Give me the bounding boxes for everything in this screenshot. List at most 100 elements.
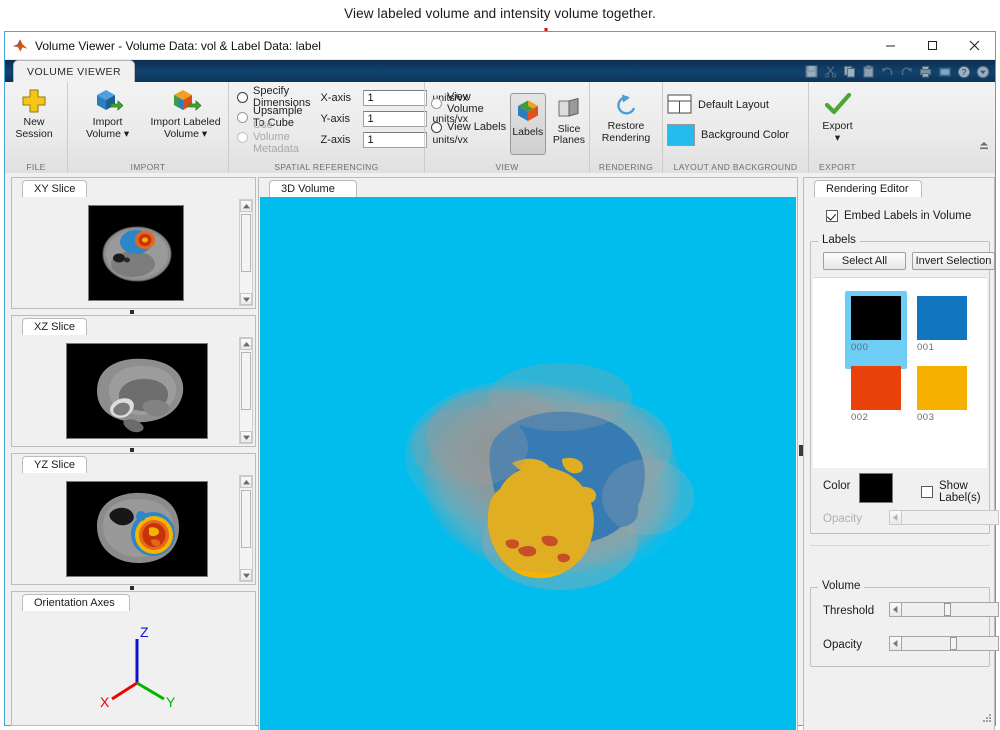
xz-slice-tabstrip: XZ Slice: [12, 316, 255, 336]
volume-opacity-slider-left-arrow[interactable]: [890, 637, 902, 650]
tab-xz-slice[interactable]: XZ Slice: [22, 318, 87, 336]
svg-text:Z: Z: [140, 624, 149, 640]
tab-orientation-axes[interactable]: Orientation Axes: [22, 594, 130, 612]
resize-grip[interactable]: [981, 712, 992, 723]
default-layout-button[interactable]: Default Layout: [663, 90, 808, 120]
show-labels-checkbox[interactable]: Show Label(s): [921, 480, 989, 504]
volume-3d-render[interactable]: [260, 197, 796, 730]
view-volume-radio[interactable]: View Volume: [431, 91, 507, 115]
label-opacity-slider: [889, 510, 999, 525]
z-axis-input[interactable]: [363, 131, 428, 148]
ribbon-group-label-import: IMPORT: [130, 162, 166, 172]
label-opacity-slider-left-arrow: [890, 511, 902, 524]
orientation-axes-widget[interactable]: Z X Y: [12, 611, 257, 725]
xy-slice-tabstrip: XY Slice: [12, 178, 255, 198]
layout-icon[interactable]: [936, 63, 953, 80]
minimize-button[interactable]: [869, 32, 911, 59]
y-axis-label: Y-axis: [320, 112, 351, 125]
annotation-caption: View labeled volume and intensity volume…: [344, 6, 656, 21]
scroll-up-arrow-xz[interactable]: [240, 338, 252, 350]
xz-slice-scrollbar[interactable]: [239, 337, 253, 444]
scroll-up-arrow-xy[interactable]: [240, 200, 252, 212]
panel-xz-slice: XZ Slice: [11, 315, 256, 447]
scroll-thumb-xz[interactable]: [241, 352, 251, 410]
labels-toggle-button[interactable]: Labels: [509, 93, 546, 155]
ribbon-group-label-view: VIEW: [495, 162, 519, 172]
threshold-slider[interactable]: [889, 602, 999, 617]
label-opacity-slider-track: [903, 511, 998, 524]
tab-xy-slice[interactable]: XY Slice: [22, 180, 88, 198]
export-button[interactable]: Export ▾: [809, 86, 866, 144]
labeled-cube-icon: [515, 98, 541, 127]
paste-icon[interactable]: [860, 63, 877, 80]
xy-slice-scrollbar[interactable]: [239, 199, 253, 306]
copy-icon[interactable]: [841, 63, 858, 80]
tab-volume-viewer[interactable]: VOLUME VIEWER: [13, 60, 135, 82]
splitter-xz-yz[interactable]: [130, 448, 134, 452]
help-icon[interactable]: ?: [955, 63, 972, 80]
current-color-swatch[interactable]: [859, 473, 893, 503]
rendering-editor-tabstrip: Rendering Editor: [804, 178, 994, 198]
volume-group-title: Volume: [818, 580, 865, 592]
yz-slice-scrollbar[interactable]: [239, 475, 253, 582]
tab-rendering-editor[interactable]: Rendering Editor: [814, 180, 922, 198]
ribbon-group-view: View Volume View Labels Labels Slice Pla…: [424, 82, 589, 173]
save-icon[interactable]: [803, 63, 820, 80]
specify-dimensions-radio[interactable]: Specify Dimensions: [237, 85, 310, 109]
collapse-ribbon-icon[interactable]: [977, 139, 990, 151]
new-session-button[interactable]: New Session: [5, 82, 63, 140]
volume-opacity-slider-thumb[interactable]: [950, 637, 957, 650]
scroll-up-arrow-yz[interactable]: [240, 476, 252, 488]
splitter-yz-orientation[interactable]: [130, 586, 134, 590]
background-color-button[interactable]: Background Color: [663, 120, 808, 150]
title-bar: Volume Viewer - Volume Data: vol & Label…: [5, 32, 995, 60]
scroll-thumb-xy[interactable]: [241, 214, 251, 272]
cut-icon[interactable]: [822, 63, 839, 80]
xy-slice-image[interactable]: [88, 205, 184, 301]
print-icon[interactable]: [917, 63, 934, 80]
scroll-thumb-yz[interactable]: [241, 490, 251, 548]
splitter-xy-xz[interactable]: [130, 310, 134, 314]
volume-opacity-slider[interactable]: [889, 636, 999, 651]
x-axis-input[interactable]: [363, 89, 428, 106]
ribbon-group-label-layout-background: LAYOUT AND BACKGROUND: [673, 162, 798, 172]
invert-selection-button[interactable]: Invert Selection: [912, 252, 995, 270]
tab-3d-volume[interactable]: 3D Volume: [269, 180, 357, 198]
label-tile-003[interactable]: 003: [917, 366, 967, 423]
scroll-down-arrow-yz[interactable]: [240, 569, 252, 581]
redo-icon[interactable]: [898, 63, 915, 80]
restore-rendering-button[interactable]: Restore Rendering: [590, 86, 662, 144]
maximize-button[interactable]: [911, 32, 953, 59]
label-000-swatch: [851, 296, 901, 340]
view-labels-label: View Labels: [447, 121, 507, 133]
radio-dot-specify-dimensions: [237, 91, 248, 103]
orientation-axes-body: Z X Y: [12, 611, 255, 725]
close-button[interactable]: [953, 32, 995, 59]
label-tile-000[interactable]: 000: [845, 291, 907, 369]
tab-yz-slice[interactable]: YZ Slice: [22, 456, 87, 474]
label-tile-001[interactable]: 001: [917, 296, 967, 353]
view-labels-radio[interactable]: View Labels: [431, 115, 507, 139]
scroll-down-arrow-xy[interactable]: [240, 293, 252, 305]
select-all-button[interactable]: Select All: [823, 252, 906, 270]
embed-labels-checkbox[interactable]: Embed Labels in Volume: [826, 210, 971, 222]
window-title: Volume Viewer - Volume Data: vol & Label…: [35, 38, 321, 53]
import-volume-line1: Import: [92, 116, 123, 128]
customize-dropdown-icon[interactable]: [974, 63, 991, 80]
label-tile-002[interactable]: 002: [851, 366, 901, 423]
panel-xy-slice: XY Slice: [11, 177, 256, 309]
label-002-swatch: [851, 366, 901, 410]
import-labeled-volume-button[interactable]: Import Labeled Volume ▾: [143, 82, 228, 140]
slice-planes-button[interactable]: Slice Planes: [549, 91, 589, 146]
undo-icon[interactable]: [879, 63, 896, 80]
threshold-slider-left-arrow[interactable]: [890, 603, 902, 616]
yz-slice-image[interactable]: [66, 481, 208, 577]
threshold-slider-thumb[interactable]: [944, 603, 951, 616]
import-volume-line2: Volume ▾: [85, 128, 130, 140]
restore-rendering-line1: Restore: [607, 120, 645, 132]
import-volume-button[interactable]: Import Volume ▾: [72, 82, 143, 140]
show-labels-label: Show Label(s): [939, 480, 981, 504]
xz-slice-image[interactable]: [66, 343, 208, 439]
scroll-down-arrow-xz[interactable]: [240, 431, 252, 443]
y-axis-input[interactable]: [363, 110, 428, 127]
